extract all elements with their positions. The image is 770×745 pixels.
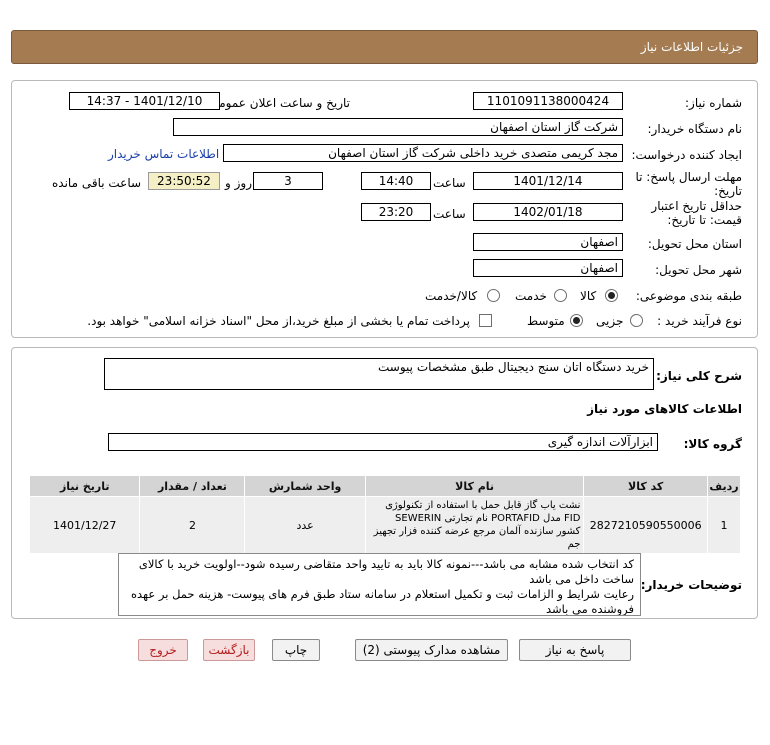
category-goods-label: کالا xyxy=(580,289,597,303)
delivery-province-label: استان محل تحویل: xyxy=(647,237,742,251)
remaining-time-field: 23:50:52 xyxy=(148,172,220,190)
print-button[interactable]: چاپ xyxy=(272,639,320,661)
table-row: 1 2827210590550006 نشت یاب گاز قابل حمل … xyxy=(28,496,742,554)
announce-date-label: تاریخ و ساعت اعلان عمومی: xyxy=(205,96,350,110)
reply-time-field: 14:40 xyxy=(361,172,431,190)
validity-time-label: ساعت xyxy=(433,207,466,221)
category-service-label: خدمت xyxy=(515,289,547,303)
cell-unit: عدد xyxy=(244,496,366,554)
category-service-radio[interactable] xyxy=(554,289,567,302)
reply-time-label: ساعت xyxy=(433,176,466,190)
col-date: تاریخ نیاز xyxy=(28,475,141,497)
buyer-org-label: نام دستگاه خریدار: xyxy=(647,122,743,136)
need-summary-field: خرید دستگاه اتان سنج دیجیتال طبق مشخصات … xyxy=(104,358,654,390)
need-number-label: شماره نیاز: xyxy=(685,96,742,110)
col-unit: واحد شمارش xyxy=(244,475,366,497)
page-title-bar: جزئیات اطلاعات نیاز xyxy=(11,30,758,64)
cell-code: 2827210590550006 xyxy=(583,496,708,554)
cell-qty: 2 xyxy=(139,496,246,554)
cell-row: 1 xyxy=(706,496,742,554)
goods-group-label: گروه کالا: xyxy=(683,437,742,451)
buyer-notes-label: توضیحات خریدار: xyxy=(640,578,742,592)
request-creator-field: مجد کریمی متصدی خرید داخلی شرکت گاز استا… xyxy=(223,144,623,162)
buyer-notes-box: کد انتخاب شده مشابه می باشد---نمونه کالا… xyxy=(118,553,641,616)
days-remaining-field: 3 xyxy=(253,172,323,190)
reply-date-field: 1401/12/14 xyxy=(473,172,623,190)
reply-to-need-button[interactable]: پاسخ به نیاز xyxy=(519,639,631,661)
buyer-notes-line-1: کد انتخاب شده مشابه می باشد---نمونه کالا… xyxy=(138,557,634,586)
category-goods-service-radio[interactable] xyxy=(487,289,500,302)
validity-date-field: 1402/01/18 xyxy=(473,203,623,221)
category-goods-radio[interactable] xyxy=(605,289,618,302)
back-button[interactable]: بازگشت xyxy=(203,639,255,661)
need-number-field: 1101091138000424 xyxy=(473,92,623,110)
goods-table: ردیف کد کالا نام کالا واحد شمارش تعداد /… xyxy=(28,475,742,554)
col-qty: تعداد / مقدار xyxy=(139,475,246,497)
announce-date-field: 1401/12/10 - 14:37 xyxy=(69,92,220,110)
delivery-province-field: اصفهان xyxy=(473,233,623,251)
process-medium-radio[interactable] xyxy=(570,314,583,327)
exit-button[interactable]: خروج xyxy=(138,639,188,661)
reply-deadline-label: مهلت ارسال پاسخ: تا تاریخ: xyxy=(635,170,742,198)
col-row: ردیف xyxy=(706,475,742,497)
buyer-contact-link[interactable]: اطلاعات تماس خریدار xyxy=(108,147,219,161)
remaining-time-label: ساعت باقی مانده xyxy=(52,176,142,190)
category-label: طبقه بندی موضوعی: xyxy=(635,289,742,303)
request-creator-label: ایجاد کننده درخواست: xyxy=(631,148,742,162)
process-medium-label: متوسط xyxy=(527,314,565,328)
col-code: کد کالا xyxy=(583,475,708,497)
view-attachments-button[interactable]: مشاهده مدارک پیوستی (2) xyxy=(355,639,508,661)
goods-group-field: ابزارآلات اندازه گیری xyxy=(108,433,658,451)
cell-name: نشت یاب گاز قابل حمل با استفاده از تکنول… xyxy=(364,496,585,554)
days-label: روز و xyxy=(225,176,252,190)
page-title: جزئیات اطلاعات نیاز xyxy=(640,40,743,54)
price-validity-label: حداقل تاریخ اعتبار قیمت: تا تاریخ: xyxy=(651,199,742,227)
delivery-city-label: شهر محل تحویل: xyxy=(655,263,742,277)
cell-date: 1401/12/27 xyxy=(28,496,141,554)
buyer-notes-line-2: رعایت شرایط و الزامات ثبت و تکمیل استعلا… xyxy=(130,587,634,616)
treasury-payment-checkbox[interactable] xyxy=(479,314,492,327)
col-name: نام کالا xyxy=(364,475,585,497)
treasury-payment-note: پرداخت تمام یا بخشی از مبلغ خرید،از محل … xyxy=(87,314,470,328)
process-minor-label: جزیی xyxy=(596,314,624,328)
goods-info-title: اطلاعات کالاهای مورد نیاز xyxy=(587,402,742,416)
validity-time-field: 23:20 xyxy=(361,203,431,221)
need-summary-label: شرح کلی نیاز: xyxy=(656,369,742,383)
process-minor-radio[interactable] xyxy=(630,314,643,327)
category-goods-service-label: کالا/خدمت xyxy=(425,289,478,303)
buyer-org-field: شرکت گاز استان اصفهان xyxy=(173,118,623,136)
delivery-city-field: اصفهان xyxy=(473,259,623,277)
purchase-process-label: نوع فرآیند خرید : xyxy=(657,314,742,328)
